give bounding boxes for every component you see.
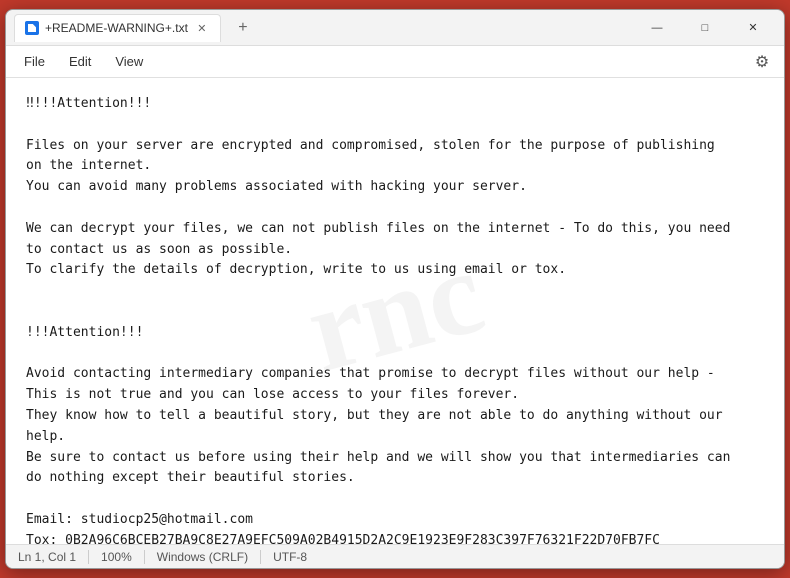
encoding: UTF-8 [261, 550, 319, 564]
editor-content[interactable]: ‼!!!Attention!!! Files on your server ar… [26, 94, 764, 544]
minimize-button[interactable]: — [634, 12, 680, 44]
window-controls: — □ ✕ [634, 12, 776, 44]
title-bar-left: +README-WARNING+.txt ✕ + [14, 14, 634, 42]
add-tab-button[interactable]: + [229, 14, 257, 42]
settings-icon[interactable]: ⚙ [748, 48, 776, 76]
cursor-position: Ln 1, Col 1 [18, 550, 89, 564]
tab-label: +README-WARNING+.txt [45, 21, 188, 35]
line-ending: Windows (CRLF) [145, 550, 261, 564]
maximize-button[interactable]: □ [682, 12, 728, 44]
active-tab[interactable]: +README-WARNING+.txt ✕ [14, 14, 221, 42]
close-button[interactable]: ✕ [730, 12, 776, 44]
menu-file[interactable]: File [14, 50, 55, 73]
title-bar: +README-WARNING+.txt ✕ + — □ ✕ [6, 10, 784, 46]
menu-view[interactable]: View [105, 50, 153, 73]
status-bar: Ln 1, Col 1 100% Windows (CRLF) UTF-8 [6, 544, 784, 568]
editor-area[interactable]: rnc ‼!!!Attention!!! Files on your serve… [6, 78, 784, 544]
menu-edit[interactable]: Edit [59, 50, 101, 73]
file-icon [25, 21, 39, 35]
zoom-level: 100% [89, 550, 145, 564]
tab-close-button[interactable]: ✕ [194, 20, 210, 36]
notepad-window: +README-WARNING+.txt ✕ + — □ ✕ File Edit… [5, 9, 785, 569]
menu-bar: File Edit View ⚙ [6, 46, 784, 78]
